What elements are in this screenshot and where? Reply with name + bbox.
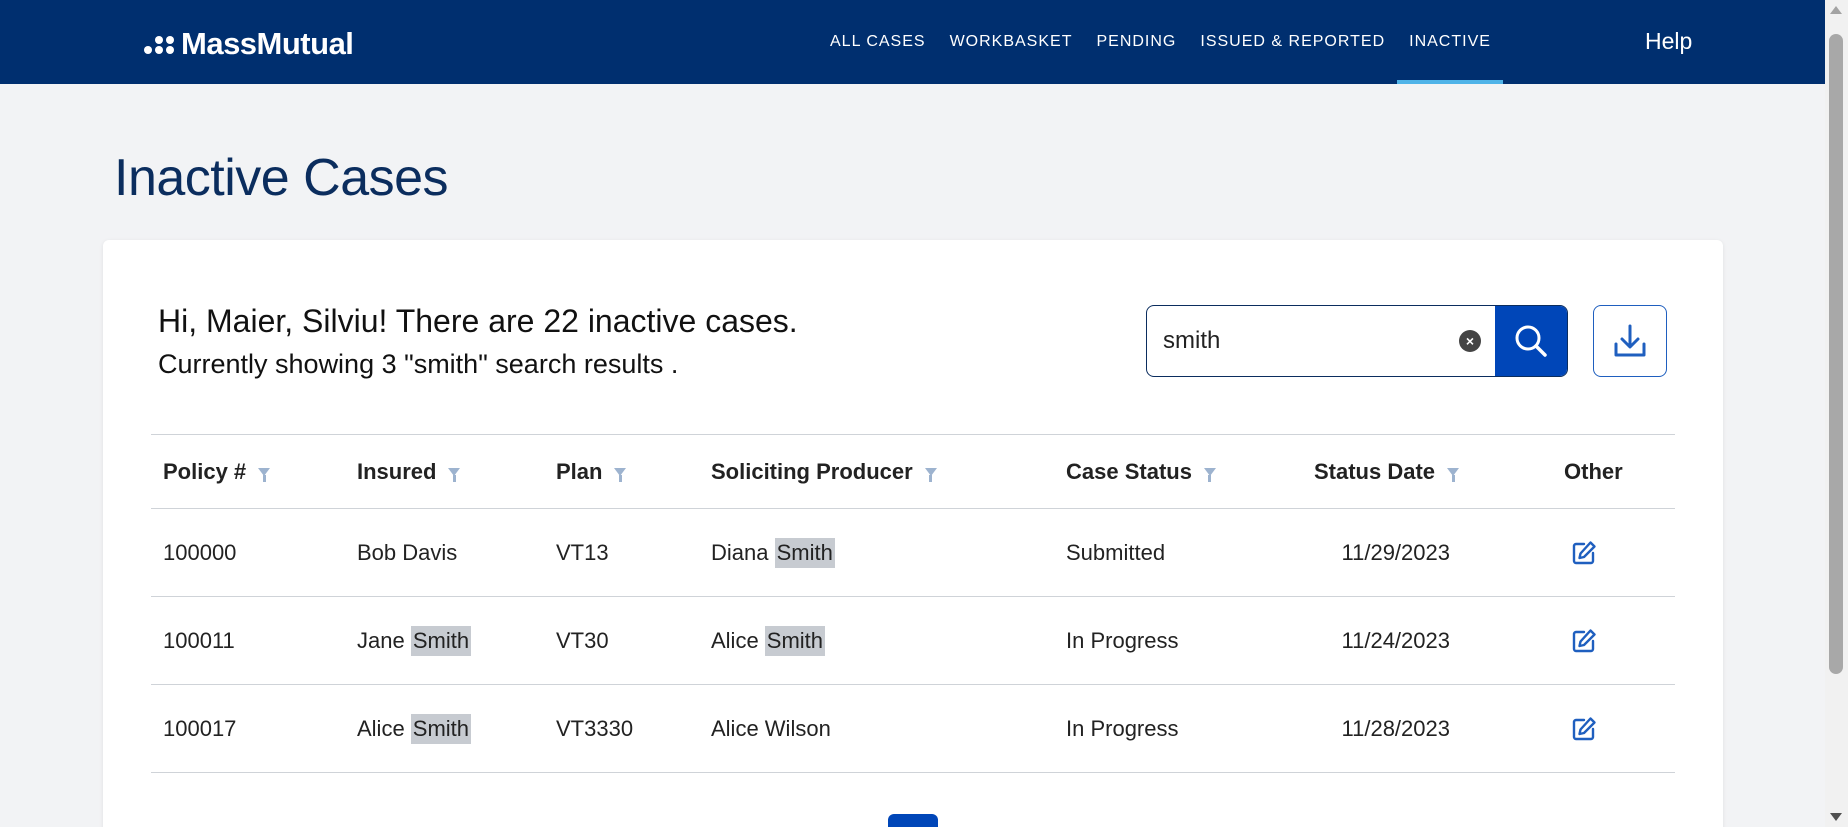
cell-policy: 100000 bbox=[163, 539, 237, 565]
edit-icon[interactable] bbox=[1571, 716, 1597, 742]
cell-plan: VT13 bbox=[556, 539, 609, 565]
cell-plan: VT30 bbox=[556, 627, 609, 653]
filter-icon[interactable] bbox=[924, 467, 937, 482]
filter-icon[interactable] bbox=[448, 467, 461, 482]
case-count: 22 bbox=[543, 303, 579, 339]
vertical-scrollbar[interactable] bbox=[1825, 0, 1848, 827]
cell-status-date: 11/29/2023 bbox=[1341, 539, 1450, 565]
cell-insured: Bob Davis bbox=[357, 509, 457, 596]
header-insured[interactable]: Insured bbox=[357, 435, 461, 508]
producer-first-name: Diana bbox=[711, 539, 775, 565]
header-plan[interactable]: Plan bbox=[556, 435, 627, 508]
scroll-down-arrow-icon[interactable] bbox=[1830, 813, 1842, 821]
scroll-thumb[interactable] bbox=[1829, 34, 1843, 674]
download-icon bbox=[1614, 324, 1646, 357]
header-label: Case Status bbox=[1066, 458, 1192, 484]
table-row[interactable]: 100017 Alice Smith VT3330 Alice Wilson I… bbox=[151, 685, 1675, 773]
search-highlight: Smith bbox=[410, 713, 472, 744]
table-header-row: Policy # Insured Plan Soliciting Produce… bbox=[151, 434, 1675, 509]
cell-case-status: In Progress bbox=[1066, 627, 1179, 653]
cell-status-date: 11/24/2023 bbox=[1341, 627, 1450, 653]
nav-pending[interactable]: PENDING bbox=[1084, 0, 1188, 84]
insured-first-name: Jane bbox=[357, 627, 411, 653]
header-label: Plan bbox=[556, 458, 603, 484]
help-link[interactable]: Help bbox=[1645, 28, 1692, 55]
cell-policy: 100011 bbox=[163, 627, 235, 653]
table-row[interactable]: 100000 Bob Davis VT13 Diana Smith Submit… bbox=[151, 509, 1675, 597]
search-input[interactable] bbox=[1163, 306, 1453, 376]
greeting-prefix: Hi, Maier, Silviu! There are bbox=[158, 303, 544, 339]
nav-all-cases[interactable]: ALL CASES bbox=[818, 0, 938, 84]
cell-case-status: Submitted bbox=[1066, 539, 1166, 565]
search-highlight: Smith bbox=[774, 537, 835, 568]
nav-issued-reported[interactable]: ISSUED & REPORTED bbox=[1188, 0, 1397, 84]
header-label: Policy # bbox=[163, 458, 247, 484]
header-soliciting-producer[interactable]: Soliciting Producer bbox=[711, 435, 937, 508]
search-button[interactable] bbox=[1495, 306, 1567, 376]
nav-inactive[interactable]: INACTIVE bbox=[1397, 0, 1503, 84]
cell-producer: Diana Smith bbox=[711, 509, 835, 596]
download-button[interactable] bbox=[1593, 305, 1667, 377]
header-label: Soliciting Producer bbox=[711, 458, 913, 484]
cell-producer: Alice Wilson bbox=[711, 685, 831, 772]
greeting-text: Hi, Maier, Silviu! There are 22 inactive… bbox=[158, 303, 798, 340]
filter-icon[interactable] bbox=[258, 467, 271, 482]
cases-table: Policy # Insured Plan Soliciting Produce… bbox=[151, 434, 1675, 773]
cell-other bbox=[1571, 597, 1597, 684]
pagination-page-button[interactable] bbox=[888, 814, 938, 827]
cell-case-status: In Progress bbox=[1066, 715, 1179, 741]
cell-status-date: 11/28/2023 bbox=[1341, 715, 1450, 741]
main-nav: ALL CASES WORKBASKET PENDING ISSUED & RE… bbox=[818, 0, 1503, 84]
producer-name: Alice Wilson bbox=[711, 715, 831, 741]
cell-plan: VT3330 bbox=[556, 715, 634, 741]
top-navigation-bar: MassMutual ALL CASES WORKBASKET PENDING … bbox=[0, 0, 1825, 84]
header-label: Other bbox=[1564, 458, 1623, 484]
cell-producer: Alice Smith bbox=[711, 597, 826, 684]
header-status-date[interactable]: Status Date bbox=[1314, 435, 1460, 508]
search-results-summary: Currently showing 3 "smith" search resul… bbox=[158, 349, 679, 379]
scroll-up-arrow-icon[interactable] bbox=[1830, 6, 1842, 14]
insured-name: Bob Davis bbox=[357, 539, 458, 565]
filter-icon[interactable] bbox=[1203, 467, 1216, 482]
header-label: Status Date bbox=[1314, 458, 1436, 484]
search-field: × bbox=[1146, 305, 1568, 377]
cell-other bbox=[1571, 509, 1597, 596]
page-title: Inactive Cases bbox=[114, 149, 449, 207]
filter-icon[interactable] bbox=[614, 467, 627, 482]
nav-workbasket[interactable]: WORKBASKET bbox=[938, 0, 1085, 84]
search-highlight: Smith bbox=[410, 625, 472, 656]
cell-insured: Jane Smith bbox=[357, 597, 472, 684]
search-icon bbox=[1515, 325, 1547, 357]
header-other: Other bbox=[1564, 435, 1623, 508]
producer-first-name: Alice bbox=[711, 627, 765, 653]
search-highlight: Smith bbox=[764, 625, 826, 656]
massmutual-logo[interactable]: MassMutual bbox=[142, 26, 354, 62]
brand-name: MassMutual bbox=[181, 26, 354, 61]
header-case-status[interactable]: Case Status bbox=[1066, 435, 1216, 508]
cell-other bbox=[1571, 685, 1597, 772]
edit-icon[interactable] bbox=[1571, 628, 1597, 654]
insured-first-name: Alice bbox=[357, 715, 411, 741]
cell-insured: Alice Smith bbox=[357, 685, 472, 772]
greeting-suffix: inactive cases. bbox=[578, 303, 798, 339]
header-label: Insured bbox=[357, 458, 437, 484]
clear-search-icon[interactable]: × bbox=[1459, 330, 1481, 352]
edit-icon[interactable] bbox=[1571, 540, 1597, 566]
header-policy[interactable]: Policy # bbox=[163, 435, 271, 508]
table-row[interactable]: 100011 Jane Smith VT30 Alice Smith In Pr… bbox=[151, 597, 1675, 685]
cell-policy: 100017 bbox=[163, 715, 237, 741]
logo-dots-icon bbox=[142, 32, 176, 56]
filter-icon[interactable] bbox=[1447, 467, 1460, 482]
